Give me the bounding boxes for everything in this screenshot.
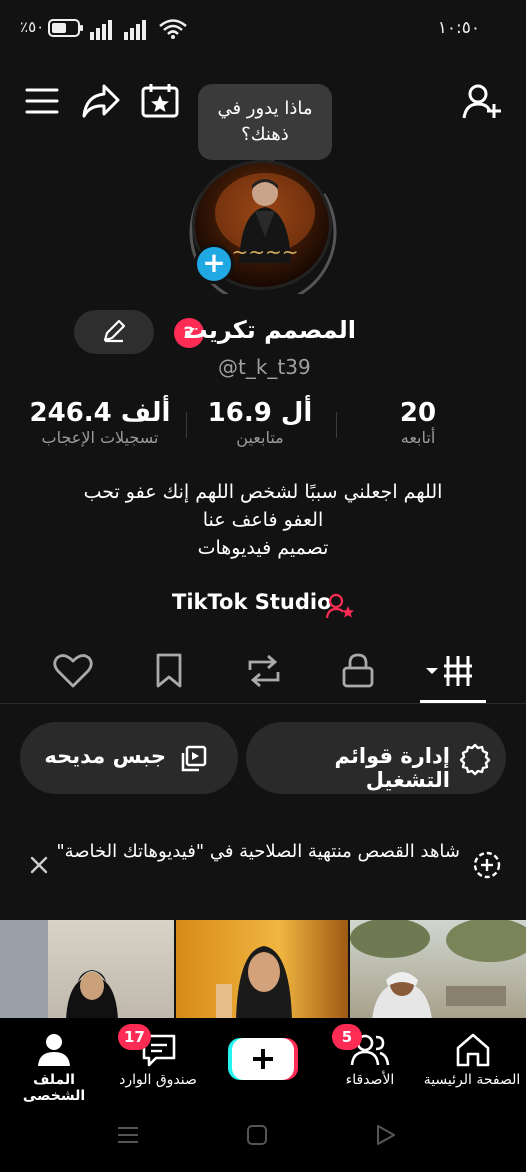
tab-videos[interactable] [420, 652, 486, 690]
other-label: جبس مديحه [44, 744, 166, 768]
svg-text:~~~~: ~~~~ [231, 240, 298, 264]
create-button[interactable] [228, 1036, 298, 1082]
following-count: 20 [399, 398, 437, 428]
inbox-badge: 17 [118, 1024, 151, 1050]
menu-icon[interactable] [24, 86, 60, 116]
profile-handle: @t_k_t39 [218, 355, 311, 379]
nav-home-label: الصفحة الرئيسية [423, 1072, 521, 1088]
profile-name: المصمم تكريت [183, 316, 356, 344]
bubble-line-1: ماذا يدور في [217, 98, 313, 119]
tab-liked[interactable] [52, 652, 94, 690]
friends-badge: 5 [332, 1024, 362, 1050]
battery-percent: ٪٥٠ [20, 18, 45, 36]
tab-reposts[interactable] [244, 652, 284, 690]
bio-line-2: العفو فاعف عنا [202, 509, 324, 531]
wifi-icon [158, 18, 188, 40]
thoughts-bubble[interactable]: ماذا يدور في ذهنك؟ [198, 84, 332, 160]
playlist-label: إدارة قوائم التشغيل [334, 744, 450, 792]
banner-text[interactable]: شاهد القصص منتهية الصلاحية في "فيديوهاتك… [50, 838, 460, 866]
status-time: ١٠:٥٠ [437, 18, 480, 38]
battery-icon [48, 18, 84, 38]
profile-icon [36, 1032, 72, 1068]
followers-label: متابعين [236, 428, 284, 447]
gear-icon [458, 742, 492, 776]
studio-label: TikTok Studio [172, 590, 332, 614]
close-icon[interactable] [28, 854, 50, 876]
stat-followers[interactable]: 16.9 أل متابعين [186, 398, 334, 447]
manage-playlists-button[interactable]: إدارة قوائم التشغيل [246, 722, 506, 794]
tab-private[interactable] [340, 652, 376, 690]
stat-likes: 246.4 ألف تسجيلات الإعجاب [20, 398, 180, 447]
edit-profile-button[interactable] [74, 310, 154, 354]
video-thumbnail[interactable] [0, 920, 174, 1020]
likes-count: 246.4 ألف [29, 398, 171, 428]
status-bar: ٪٥٠ ١٠:٥٠ [0, 0, 526, 60]
other-button[interactable]: جبس مديحه [20, 722, 238, 794]
video-thumbnail[interactable] [350, 920, 526, 1020]
followers-count: 16.9 أل [207, 398, 313, 428]
calendar-star-icon[interactable] [140, 82, 180, 120]
nav-inbox-label: صندوق الوارد [119, 1072, 197, 1088]
bio-line-1: اللهم اجعلني سببًا لشخص اللهم إنك عفو تح… [83, 481, 443, 503]
home-icon [454, 1032, 492, 1068]
bubble-line-2: ذهنك؟ [241, 124, 289, 145]
nav-friends-label: الأصدقاء [345, 1072, 395, 1088]
signal-icon [90, 18, 150, 40]
home-system-icon[interactable] [245, 1124, 269, 1146]
tab-divider [0, 703, 526, 704]
following-label: أتابعه [400, 428, 436, 447]
nav-profile-label: الملف الشخصي [22, 1072, 86, 1104]
add-friend-icon[interactable] [462, 82, 504, 122]
likes-label: تسجيلات الإعجاب [41, 428, 159, 447]
recents-icon[interactable] [116, 1124, 140, 1146]
back-icon[interactable] [374, 1124, 398, 1146]
divider [336, 412, 337, 438]
studio-person-star-icon [326, 592, 356, 620]
video-thumbnail[interactable] [176, 920, 348, 1020]
bio-line-3: تصميم فيديوهات [197, 537, 329, 559]
stat-following[interactable]: 20 أتابعه [360, 398, 476, 447]
nav-home[interactable]: الصفحة الرئيسية [418, 1028, 526, 1094]
copy-icon [178, 744, 208, 774]
tab-saved[interactable] [152, 652, 186, 690]
nav-profile[interactable]: الملف الشخصي [2, 1028, 106, 1104]
share-icon[interactable] [80, 82, 122, 120]
add-story-icon[interactable]: + [194, 244, 234, 284]
tiktok-studio-link[interactable]: TikTok Studio [172, 590, 362, 620]
profile-bio: اللهم اجعلني سببًا لشخص اللهم إنك عفو تح… [40, 478, 486, 562]
story-icon [472, 850, 502, 880]
